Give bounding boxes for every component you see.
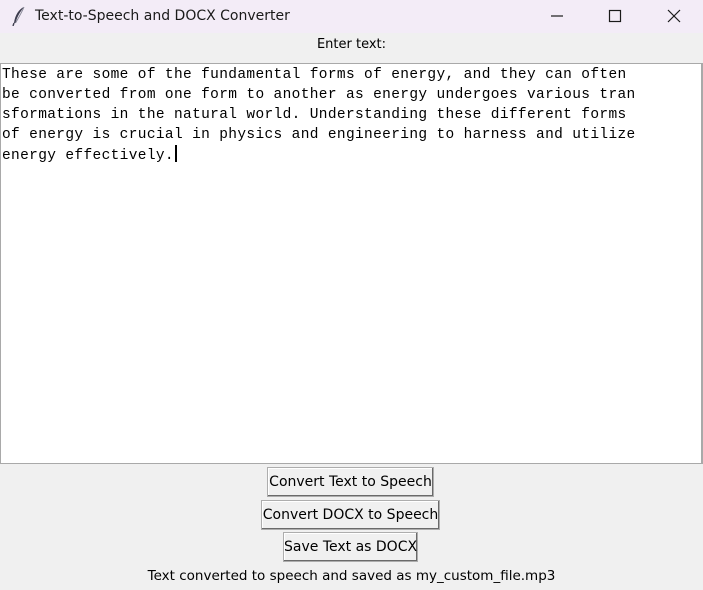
text-line: sformations in the natural world. Unders… [2, 107, 627, 123]
feather-icon [11, 6, 27, 27]
save-text-as-docx-button[interactable]: Save Text as DOCX [283, 532, 418, 562]
status-message: Text converted to speech and saved as my… [147, 568, 556, 584]
text-input-content[interactable]: These are some of the fundamental forms … [2, 65, 701, 166]
close-icon [667, 9, 681, 23]
convert-text-to-speech-button[interactable]: Convert Text to Speech [267, 467, 434, 497]
title-bar[interactable]: Text-to-Speech and DOCX Converter [0, 0, 703, 33]
maximize-icon [608, 9, 622, 23]
text-line: energy effectively. [2, 148, 174, 164]
text-line: These are some of the fundamental forms … [2, 67, 627, 83]
text-line: of energy is crucial in physics and engi… [2, 127, 636, 143]
text-line: be converted from one form to another as… [2, 87, 636, 103]
text-cursor [174, 145, 177, 162]
minimize-button[interactable] [528, 0, 586, 33]
close-button[interactable] [645, 0, 703, 33]
enter-text-label: Enter text: [316, 37, 387, 52]
minimize-icon [551, 15, 563, 17]
maximize-button[interactable] [586, 0, 644, 33]
window-title: Text-to-Speech and DOCX Converter [35, 8, 290, 24]
text-input-area[interactable]: These are some of the fundamental forms … [0, 63, 703, 464]
text-line-last: energy effectively. [2, 145, 701, 166]
convert-docx-to-speech-button[interactable]: Convert DOCX to Speech [261, 500, 440, 530]
